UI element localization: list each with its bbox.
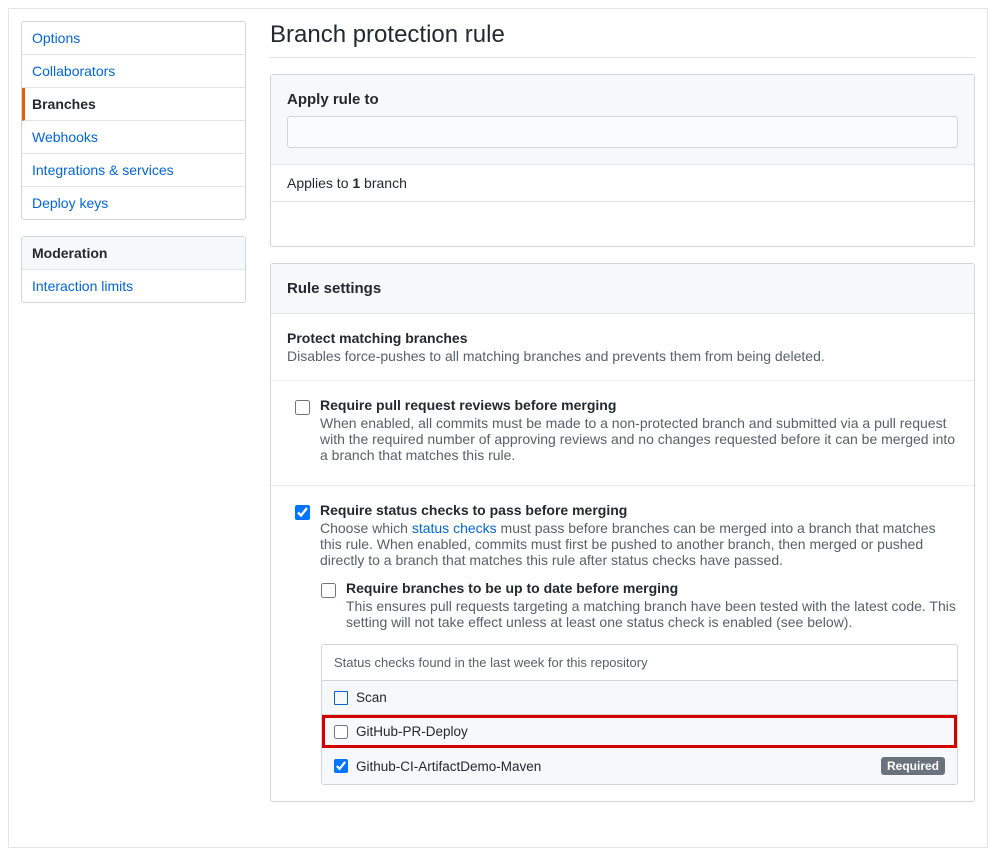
status-check-row-pr-deploy[interactable]: GitHub-PR-Deploy bbox=[322, 715, 957, 748]
status-check-pr-deploy-label: GitHub-PR-Deploy bbox=[356, 724, 945, 739]
applies-prefix: Applies to bbox=[287, 175, 352, 191]
status-check-row-scan[interactable]: Scan bbox=[322, 681, 957, 715]
pr-reviews-block: Require pull request reviews before merg… bbox=[295, 397, 958, 463]
protect-section: Protect matching branches Disables force… bbox=[271, 314, 974, 381]
up-to-date-label: Require branches to be up to date before… bbox=[346, 580, 958, 596]
status-checks-link[interactable]: status checks bbox=[412, 520, 497, 536]
status-check-scan-label: Scan bbox=[356, 690, 945, 705]
sidebar-item-webhooks[interactable]: Webhooks bbox=[22, 121, 245, 154]
sidebar-item-integrations[interactable]: Integrations & services bbox=[22, 154, 245, 187]
pr-reviews-section: Require pull request reviews before merg… bbox=[271, 381, 974, 486]
up-to-date-block: Require branches to be up to date before… bbox=[321, 580, 958, 785]
applies-to-row: Applies to 1 branch bbox=[271, 165, 974, 202]
required-badge: Required bbox=[881, 757, 945, 775]
require-status-checks-checkbox[interactable] bbox=[295, 505, 310, 520]
pr-reviews-desc: When enabled, all commits must be made t… bbox=[320, 415, 958, 463]
moderation-header: Moderation bbox=[22, 237, 245, 270]
applies-blank bbox=[271, 202, 974, 246]
status-checks-list-header: Status checks found in the last week for… bbox=[322, 645, 957, 681]
applies-count: 1 bbox=[352, 175, 360, 191]
sidebar-item-interaction-limits[interactable]: Interaction limits bbox=[22, 270, 245, 302]
status-checks-desc: Choose which status checks must pass bef… bbox=[320, 520, 958, 568]
sidebar-item-deploy-keys[interactable]: Deploy keys bbox=[22, 187, 245, 219]
status-check-scan-checkbox[interactable] bbox=[334, 691, 348, 705]
up-to-date-desc: This ensures pull requests targeting a m… bbox=[346, 598, 958, 630]
status-checks-block: Require status checks to pass before mer… bbox=[295, 502, 958, 568]
status-check-pr-deploy-checkbox[interactable] bbox=[334, 725, 348, 739]
main-content: Branch protection rule Apply rule to App… bbox=[270, 21, 975, 835]
sidebar: Options Collaborators Branches Webhooks … bbox=[21, 21, 246, 835]
settings-menu: Options Collaborators Branches Webhooks … bbox=[21, 21, 246, 220]
applies-suffix: branch bbox=[360, 175, 407, 191]
page-title: Branch protection rule bbox=[270, 21, 975, 58]
status-checks-label: Require status checks to pass before mer… bbox=[320, 502, 958, 518]
status-check-ci-maven-label: Github-CI-ArtifactDemo-Maven bbox=[356, 759, 873, 774]
status-check-ci-maven-checkbox[interactable] bbox=[334, 759, 348, 773]
moderation-menu: Moderation Interaction limits bbox=[21, 236, 246, 303]
apply-input-wrap bbox=[271, 116, 974, 165]
rule-settings-box: Rule settings Protect matching branches … bbox=[270, 263, 975, 802]
pr-reviews-label: Require pull request reviews before merg… bbox=[320, 397, 958, 413]
status-check-row-ci-maven[interactable]: Github-CI-ArtifactDemo-Maven Required bbox=[322, 748, 957, 784]
sidebar-item-branches[interactable]: Branches bbox=[22, 88, 245, 121]
status-checks-section: Require status checks to pass before mer… bbox=[271, 486, 974, 801]
sidebar-item-collaborators[interactable]: Collaborators bbox=[22, 55, 245, 88]
protect-title: Protect matching branches bbox=[287, 330, 958, 346]
apply-rule-header: Apply rule to bbox=[271, 75, 974, 116]
require-pr-reviews-checkbox[interactable] bbox=[295, 400, 310, 415]
require-up-to-date-checkbox[interactable] bbox=[321, 583, 336, 598]
protect-desc: Disables force-pushes to all matching br… bbox=[287, 348, 958, 364]
apply-rule-box: Apply rule to Applies to 1 branch bbox=[270, 74, 975, 247]
status-checks-list: Status checks found in the last week for… bbox=[321, 644, 958, 785]
settings-page: Options Collaborators Branches Webhooks … bbox=[8, 8, 988, 848]
sidebar-item-options[interactable]: Options bbox=[22, 22, 245, 55]
branch-pattern-input[interactable] bbox=[287, 116, 958, 148]
rule-settings-header: Rule settings bbox=[271, 264, 974, 314]
